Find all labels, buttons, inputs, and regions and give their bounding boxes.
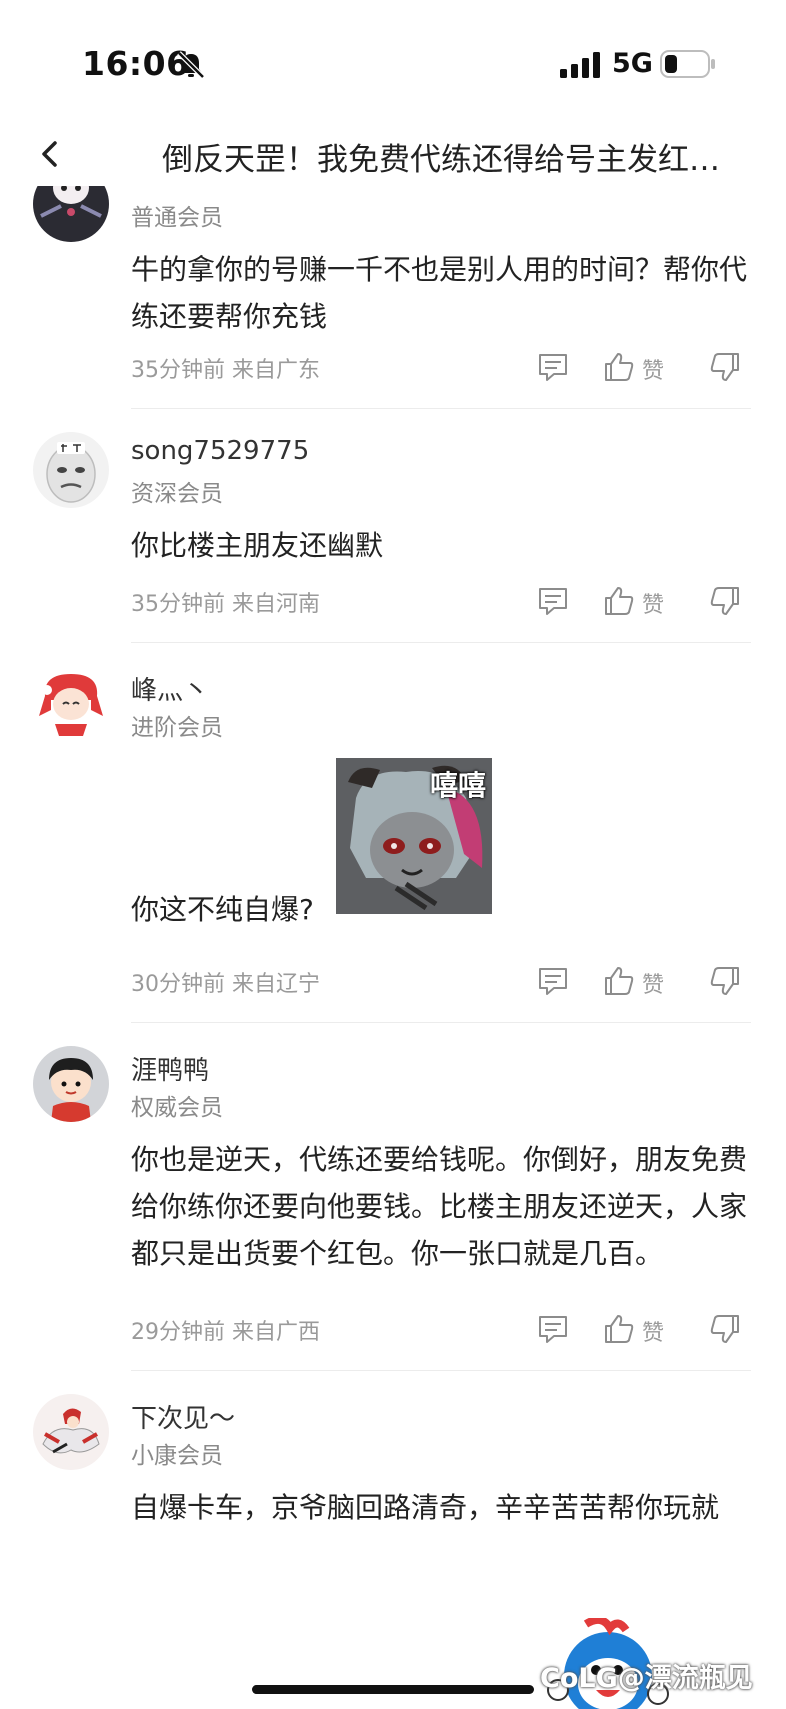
comment-location: 来自广东: [232, 358, 321, 383]
comment-time: 30分钟前: [131, 972, 225, 997]
comment-time: 29分钟前: [131, 1320, 225, 1345]
comment-actions: 赞: [536, 964, 756, 1000]
comment-meta: 30分钟前 来自辽宁: [131, 966, 320, 998]
avatar[interactable]: [33, 666, 109, 742]
like-label[interactable]: 赞: [642, 967, 664, 999]
thumbs-up-icon[interactable]: [602, 964, 636, 998]
avatar[interactable]: [33, 1046, 109, 1122]
comment-time: 35分钟前: [131, 358, 225, 383]
thumbs-up-icon[interactable]: [602, 350, 636, 384]
comment-content: 你也是逆天，代练还要给钱呢。你倒好，朋友免费给你练你还要向他要钱。比楼主朋友还逆…: [131, 1143, 748, 1270]
comment-actions: 赞: [536, 350, 756, 386]
thumbs-down-icon[interactable]: [708, 350, 742, 384]
status-time: 16:06: [82, 44, 190, 83]
comment-location: 来自河南: [232, 592, 321, 617]
page-title: 倒反天罡！我免费代练还得给号主发红…: [162, 142, 720, 178]
reply-icon[interactable]: [536, 584, 570, 618]
thumbs-up-icon[interactable]: [602, 584, 636, 618]
reply-icon[interactable]: [536, 1312, 570, 1346]
chevron-left-icon[interactable]: [30, 134, 70, 174]
bell-slash-icon: [177, 51, 205, 79]
divider: [131, 408, 751, 409]
divider: [131, 642, 751, 643]
member-level: 进阶会员: [131, 715, 223, 741]
comment-time: 35分钟前: [131, 592, 225, 617]
network-label: 5G: [612, 48, 653, 79]
thumbs-down-icon[interactable]: [708, 964, 742, 998]
like-label[interactable]: 赞: [642, 353, 664, 385]
avatar[interactable]: [33, 1394, 109, 1470]
comment-meta: 29分钟前 来自广西: [131, 1314, 320, 1346]
divider: [131, 1370, 751, 1371]
comment-actions: 赞: [536, 584, 756, 620]
member-level: 权威会员: [131, 1095, 223, 1121]
thumbs-down-icon[interactable]: [708, 584, 742, 618]
comment-meta: 35分钟前 来自广东: [131, 352, 320, 384]
divider: [131, 1022, 751, 1023]
thumbs-up-icon[interactable]: [602, 1312, 636, 1346]
avatar[interactable]: [33, 186, 109, 242]
comment-username[interactable]: 峰灬丶: [131, 670, 209, 707]
member-level: 小康会员: [131, 1443, 223, 1469]
comment-location: 来自辽宁: [232, 972, 321, 997]
comment-username[interactable]: song7529775: [131, 436, 309, 466]
member-level: 资深会员: [131, 481, 223, 507]
battery-icon: [660, 50, 715, 78]
watermark-text: CoLG@漂流瓶见: [540, 1663, 753, 1694]
reply-icon[interactable]: [536, 350, 570, 384]
thumbs-down-icon[interactable]: [708, 1312, 742, 1346]
comment-username[interactable]: 涯鸭鸭: [131, 1050, 209, 1087]
avatar[interactable]: [33, 432, 109, 508]
comment-content: 自爆卡车，京爷脑回路清奇，辛辛苦苦帮你玩就: [131, 1491, 720, 1524]
like-label[interactable]: 赞: [642, 587, 664, 619]
comment-content: 牛的拿你的号赚一千不也是别人用的时间？帮你代练还要帮你充钱: [131, 253, 748, 333]
comment-actions: 赞: [536, 1312, 756, 1348]
comment-username[interactable]: 下次见～: [131, 1398, 235, 1435]
status-bar: 16:06 5G: [0, 0, 786, 110]
signal-icon: [560, 52, 600, 78]
comment-meta: 35分钟前 来自河南: [131, 586, 320, 618]
home-indicator[interactable]: [252, 1685, 534, 1694]
comment-content: 你比楼主朋友还幽默: [131, 529, 384, 562]
comment-location: 来自广西: [232, 1320, 321, 1345]
comment-feed[interactable]: 普通会员 牛的拿你的号赚一千不也是别人用的时间？帮你代练还要帮你充钱 35分钟前…: [0, 186, 786, 1709]
like-label[interactable]: 赞: [642, 1315, 664, 1347]
reply-icon[interactable]: [536, 964, 570, 998]
sticker-caption: 嘻嘻: [429, 769, 486, 802]
comment-content: 你这不纯自爆?: [131, 893, 314, 926]
member-level: 普通会员: [131, 205, 223, 231]
